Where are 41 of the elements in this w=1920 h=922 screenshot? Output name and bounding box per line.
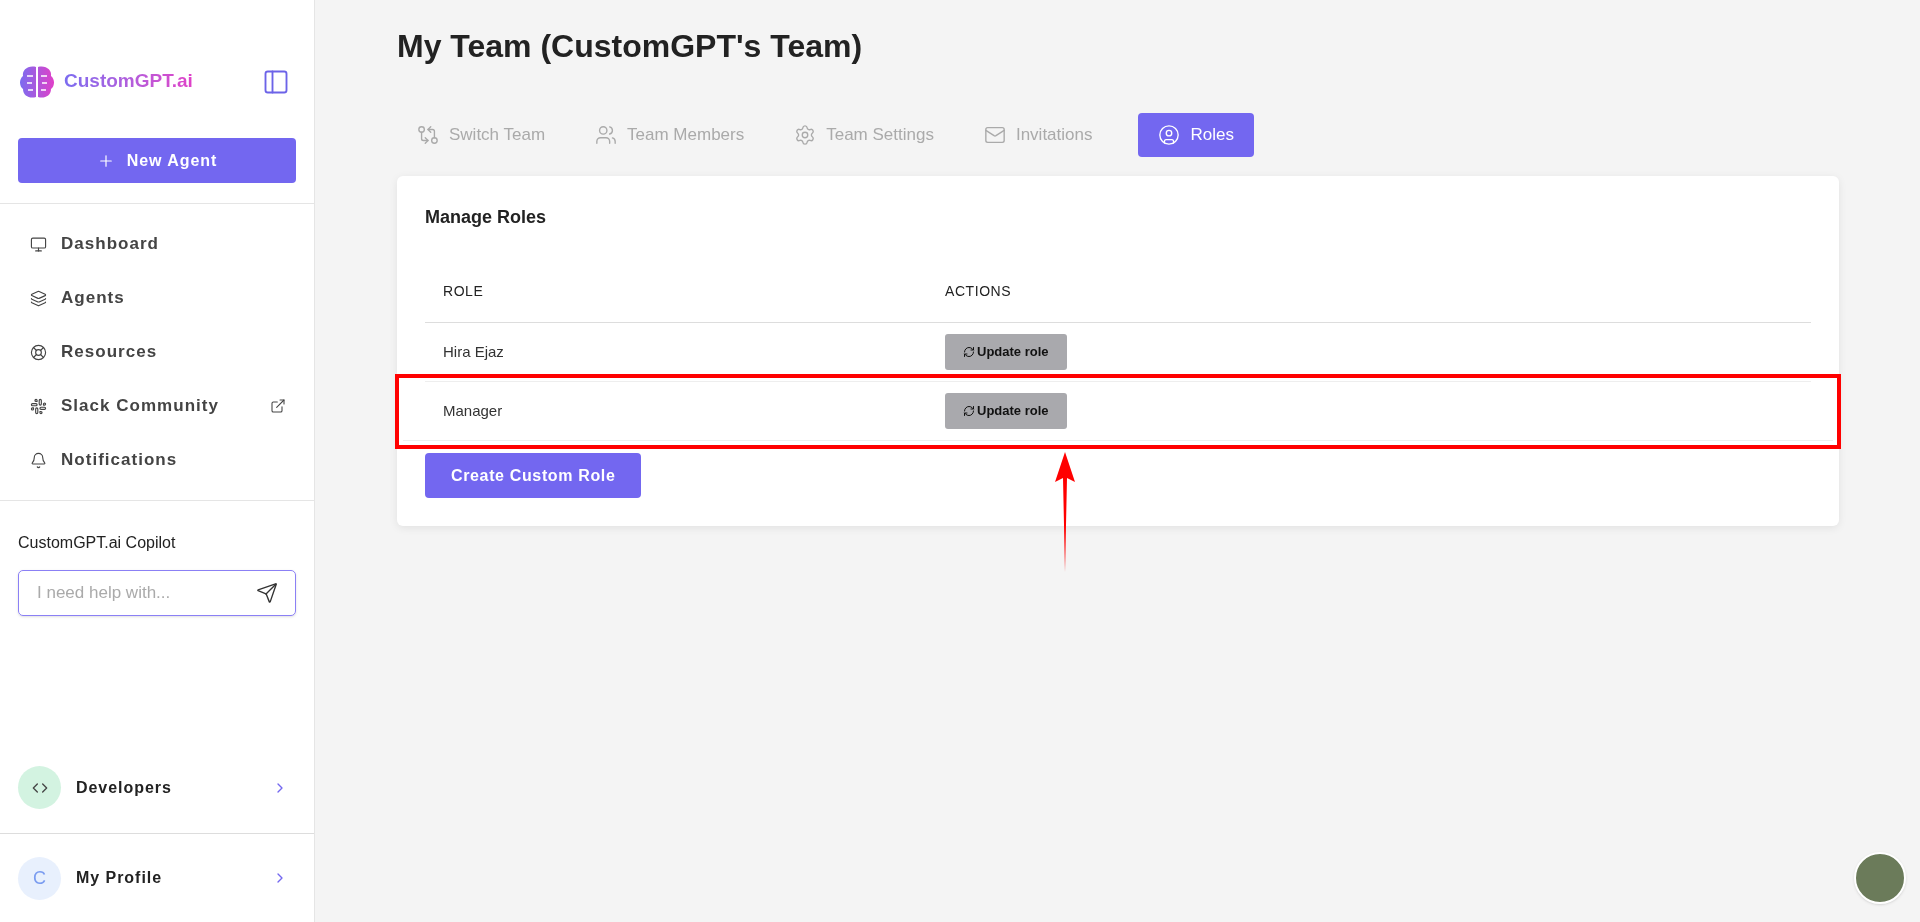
tab-icon xyxy=(417,124,439,146)
nav-item[interactable]: Notifications xyxy=(0,433,314,487)
nav-icon xyxy=(30,343,47,361)
column-header: ACTIONS xyxy=(945,282,1012,301)
send-icon[interactable] xyxy=(256,582,278,604)
column-header: ROLE xyxy=(442,282,485,301)
update-role-button[interactable]: Update role xyxy=(945,334,1067,370)
copilot-title: CustomGPT.ai Copilot xyxy=(18,533,177,553)
nav-item[interactable]: Slack Community xyxy=(0,379,314,433)
chat-avatar[interactable] xyxy=(1854,852,1906,904)
profile-label[interactable]: My Profile xyxy=(76,866,257,890)
nav-item[interactable]: Agents xyxy=(0,271,314,325)
code-avatar xyxy=(18,766,61,809)
developers-label[interactable]: Developers xyxy=(76,775,257,800)
copilot-input-field[interactable]: I need help with... xyxy=(18,570,296,616)
new-agent-button[interactable]: New Agent xyxy=(18,138,296,183)
nav-item[interactable]: Dashboard xyxy=(0,217,314,271)
create-custom-role-button[interactable]: Create Custom Role xyxy=(425,453,642,498)
nav-icon xyxy=(30,235,47,253)
nav-icon xyxy=(30,289,47,307)
nav-item[interactable]: Resources xyxy=(0,325,314,379)
refresh-icon xyxy=(963,346,975,358)
profile-avatar: C xyxy=(18,856,61,900)
tab[interactable]: Roles xyxy=(1138,113,1254,157)
tab-icon xyxy=(595,124,618,146)
page-title: My Team (CustomGPT's Team) xyxy=(397,27,864,66)
nav-label: Agents xyxy=(61,287,126,310)
tab-icon xyxy=(1158,124,1181,146)
nav-label: Notifications xyxy=(61,449,179,472)
role-cell-text: Hira Ejaz xyxy=(442,341,505,362)
nav-icon xyxy=(30,451,47,469)
nav-label: Dashboard xyxy=(61,233,160,256)
role-cell-text: Manager xyxy=(442,400,504,421)
nav-icon xyxy=(30,397,47,415)
update-role-button[interactable]: Update role xyxy=(945,393,1067,429)
tab-icon xyxy=(983,124,1006,146)
nav-label: Slack Community xyxy=(61,395,220,418)
tab-icon xyxy=(794,124,817,146)
refresh-icon xyxy=(963,405,975,417)
card-title: Manage Roles xyxy=(425,206,548,229)
nav-label: Resources xyxy=(61,341,159,364)
